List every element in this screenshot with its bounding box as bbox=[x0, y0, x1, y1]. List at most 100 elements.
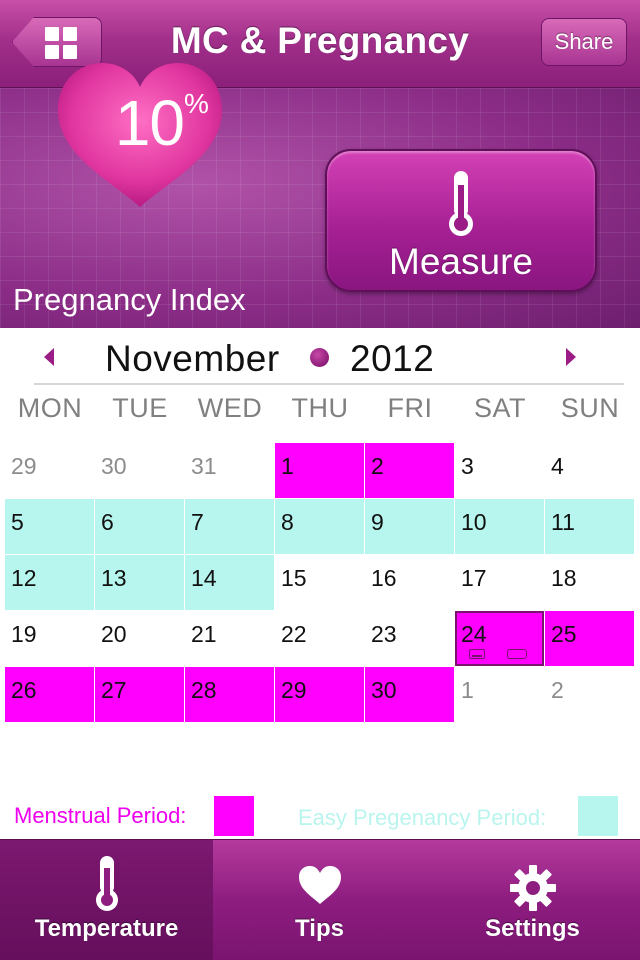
calendar-day-today[interactable]: 24 bbox=[455, 611, 544, 666]
calendar-day[interactable]: 12 bbox=[5, 555, 94, 610]
legend-fertile-label: Easy Pregenancy Period: bbox=[298, 805, 547, 830]
calendar-day[interactable]: 26 bbox=[5, 667, 94, 722]
tab-tips[interactable]: Tips bbox=[213, 840, 426, 960]
day-number: 7 bbox=[191, 509, 204, 535]
pregnancy-index-label: Pregnancy Index bbox=[13, 282, 246, 317]
dot-icon bbox=[310, 348, 329, 367]
tab-settings[interactable]: Settings bbox=[426, 840, 639, 960]
legend-fertile-swatch bbox=[578, 796, 618, 836]
day-number: 19 bbox=[11, 621, 37, 647]
battery-icon bbox=[507, 649, 527, 659]
calendar-day[interactable]: 1 bbox=[455, 667, 544, 722]
calendar-day[interactable]: 23 bbox=[365, 611, 454, 666]
tab-temperature[interactable]: Temperature bbox=[0, 840, 213, 960]
prev-month-arrow-icon[interactable] bbox=[44, 348, 54, 366]
measure-button[interactable]: Measure bbox=[325, 149, 597, 292]
day-number: 10 bbox=[461, 509, 487, 535]
day-number: 11 bbox=[551, 509, 575, 535]
day-number: 14 bbox=[191, 565, 217, 591]
calendar-day[interactable]: 31 bbox=[185, 443, 274, 498]
calendar-day[interactable]: 15 bbox=[275, 555, 364, 610]
gear-icon bbox=[509, 864, 557, 917]
day-number: 3 bbox=[461, 453, 474, 479]
calendar-day[interactable]: 28 bbox=[185, 667, 274, 722]
day-number: 22 bbox=[281, 621, 307, 647]
weekday-label: MON bbox=[17, 393, 83, 423]
next-month-arrow-icon[interactable] bbox=[566, 348, 576, 366]
day-number: 9 bbox=[371, 509, 384, 535]
weekday-label: SAT bbox=[473, 393, 526, 423]
calendar-day[interactable]: 18 bbox=[545, 555, 634, 610]
calendar-day[interactable]: 2 bbox=[545, 667, 634, 722]
calendar-day[interactable]: 30 bbox=[365, 667, 454, 722]
day-number: 2 bbox=[371, 453, 384, 479]
day-number: 23 bbox=[371, 621, 397, 647]
calendar-day[interactable]: 8 bbox=[275, 499, 364, 554]
weekday-label: SUN bbox=[560, 393, 620, 423]
calendar-day[interactable]: 16 bbox=[365, 555, 454, 610]
calendar-day[interactable]: 4 bbox=[545, 443, 634, 498]
day-number: 31 bbox=[191, 453, 217, 479]
heart-icon bbox=[297, 864, 343, 911]
tab-temperature-label: Temperature bbox=[34, 915, 179, 942]
calendar-day[interactable]: 2 bbox=[365, 443, 454, 498]
calendar-day[interactable]: 29 bbox=[275, 667, 364, 722]
measure-label: Measure bbox=[389, 241, 533, 282]
calendar-day[interactable]: 25 bbox=[545, 611, 634, 666]
day-number: 4 bbox=[551, 453, 564, 479]
note-icon bbox=[469, 649, 485, 659]
day-number: 1 bbox=[461, 677, 474, 703]
calendar-day[interactable]: 29 bbox=[5, 443, 94, 498]
day-number: 15 bbox=[281, 565, 307, 591]
day-number: 26 bbox=[11, 677, 37, 703]
day-number: 12 bbox=[11, 565, 37, 591]
day-number: 17 bbox=[461, 565, 487, 591]
calendar-day[interactable]: 22 bbox=[275, 611, 364, 666]
calendar-day[interactable]: 10 bbox=[455, 499, 544, 554]
pregnancy-index-value: 10 bbox=[114, 87, 185, 159]
day-number: 18 bbox=[551, 565, 577, 591]
calendar-day[interactable]: 13 bbox=[95, 555, 184, 610]
weekday-label: FRI bbox=[387, 393, 433, 423]
thermometer-icon bbox=[445, 169, 477, 244]
thermometer-icon bbox=[92, 854, 122, 919]
day-number: 2 bbox=[551, 677, 564, 703]
record-indicator-icon bbox=[465, 648, 535, 660]
tab-tips-label: Tips bbox=[295, 915, 344, 942]
day-number: 25 bbox=[551, 621, 577, 647]
day-number: 5 bbox=[11, 509, 24, 535]
weekday-label: THU bbox=[291, 393, 349, 423]
day-number: 27 bbox=[101, 677, 127, 703]
day-number: 6 bbox=[101, 509, 114, 535]
calendar-day[interactable]: 7 bbox=[185, 499, 274, 554]
calendar-day[interactable]: 30 bbox=[95, 443, 184, 498]
calendar-day[interactable]: 6 bbox=[95, 499, 184, 554]
pregnancy-index-unit: % bbox=[184, 88, 209, 119]
weekday-header: MON TUE WED THU FRI SAT SUN bbox=[5, 393, 635, 433]
calendar-day[interactable]: 27 bbox=[95, 667, 184, 722]
calendar-day[interactable]: 21 bbox=[185, 611, 274, 666]
legend-menstrual-swatch bbox=[214, 796, 254, 836]
divider bbox=[34, 383, 624, 385]
calendar-day[interactable]: 3 bbox=[455, 443, 544, 498]
day-number: 28 bbox=[191, 677, 217, 703]
calendar-day[interactable]: 11 bbox=[545, 499, 634, 554]
calendar-day[interactable]: 14 bbox=[185, 555, 274, 610]
share-button[interactable]: Share bbox=[541, 18, 627, 66]
calendar-header: November 2012 bbox=[0, 328, 640, 388]
calendar-day[interactable]: 19 bbox=[5, 611, 94, 666]
calendar-day[interactable]: 17 bbox=[455, 555, 544, 610]
calendar-day[interactable]: 5 bbox=[5, 499, 94, 554]
calendar-day[interactable]: 20 bbox=[95, 611, 184, 666]
year-label: 2012 bbox=[350, 338, 435, 379]
day-number: 29 bbox=[281, 677, 307, 703]
day-number: 1 bbox=[281, 453, 294, 479]
day-number: 30 bbox=[101, 453, 127, 479]
day-number: 8 bbox=[281, 509, 294, 535]
legend-menstrual-label: Menstrual Period: bbox=[14, 803, 187, 828]
calendar-day[interactable]: 9 bbox=[365, 499, 454, 554]
calendar-day[interactable]: 1 bbox=[275, 443, 364, 498]
day-number: 30 bbox=[371, 677, 397, 703]
weekday-label: WED bbox=[197, 393, 263, 423]
tab-bar: Temperature Tips Settings bbox=[0, 839, 640, 960]
